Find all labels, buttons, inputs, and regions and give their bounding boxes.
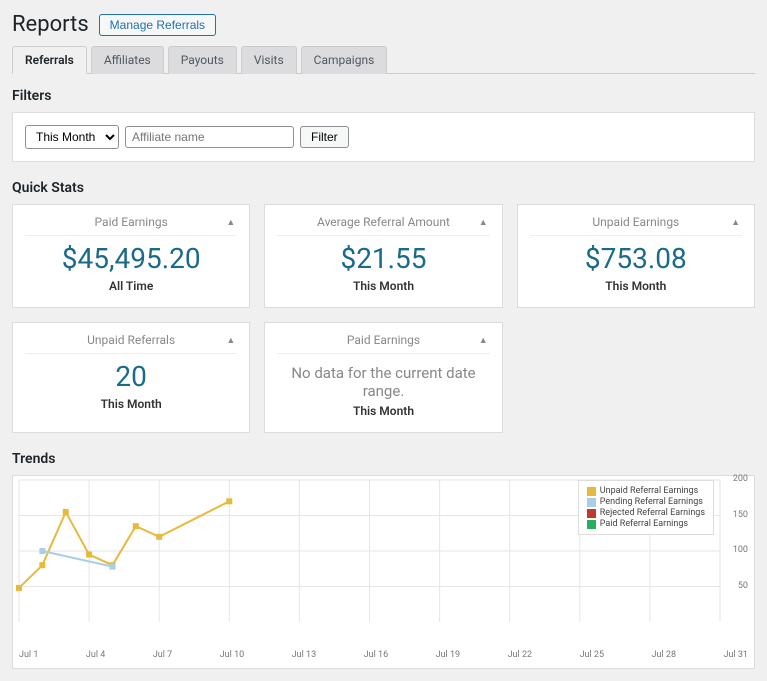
stat-value: $21.55 [277, 242, 489, 275]
trends-panel: Unpaid Referral EarningsPending Referral… [12, 475, 755, 669]
quick-stats-heading: Quick Stats [12, 180, 755, 196]
tab-payouts[interactable]: Payouts [168, 46, 237, 74]
x-tick-label: Jul 28 [652, 650, 676, 660]
legend-item: Pending Referral Earnings [587, 497, 705, 507]
legend-item: Unpaid Referral Earnings [587, 486, 705, 496]
stat-value: $45,495.20 [25, 242, 237, 275]
trends-heading: Trends [12, 451, 755, 467]
quick-stats-grid: Paid Earnings▲ $45,495.20 All Time Average … [12, 204, 755, 433]
stat-label: Paid Earnings▲ [25, 215, 237, 236]
legend-swatch [587, 509, 596, 518]
stat-subtext: This Month [277, 279, 489, 293]
stat-label: Unpaid Referrals▲ [25, 333, 237, 354]
y-tick-label: 150 [733, 510, 748, 520]
x-tick-label: Jul 22 [508, 650, 532, 660]
filter-button[interactable]: Filter [300, 126, 349, 148]
x-tick-label: Jul 13 [292, 650, 316, 660]
stat-card: Average Referral Amount▲ $21.55 This Month [264, 204, 502, 308]
caret-up-icon[interactable]: ▲ [479, 217, 488, 228]
manage-referrals-button[interactable]: Manage Referrals [99, 14, 216, 36]
tab-affiliates[interactable]: Affiliates [91, 46, 164, 74]
stat-value: $753.08 [530, 242, 742, 275]
date-range-select[interactable]: This Month [25, 125, 119, 149]
stat-label: Paid Earnings▲ [277, 333, 489, 354]
x-tick-label: Jul 4 [86, 650, 105, 660]
caret-up-icon[interactable]: ▲ [226, 335, 235, 346]
caret-up-icon[interactable]: ▲ [226, 217, 235, 228]
stat-subtext: This Month [530, 279, 742, 293]
legend-swatch [587, 487, 596, 496]
stat-label: Average Referral Amount▲ [277, 215, 489, 236]
stat-subtext: All Time [25, 279, 237, 293]
x-tick-label: Jul 1 [19, 650, 38, 660]
x-tick-label: Jul 19 [436, 650, 460, 660]
tab-visits[interactable]: Visits [241, 46, 297, 74]
affiliate-name-input[interactable] [125, 126, 294, 148]
tab-campaigns[interactable]: Campaigns [301, 46, 388, 74]
stat-value: 20 [25, 360, 237, 393]
caret-up-icon[interactable]: ▲ [731, 217, 740, 228]
y-tick-label: 100 [733, 545, 748, 555]
stat-nodata: No data for the current date range. [277, 364, 489, 400]
y-tick-label: 50 [738, 581, 748, 591]
legend-item: Rejected Referral Earnings [587, 508, 705, 518]
chart-legend: Unpaid Referral EarningsPending Referral… [578, 480, 714, 535]
legend-swatch [587, 498, 596, 507]
page-title: Reports [12, 12, 89, 37]
stat-subtext: This Month [25, 397, 237, 411]
stat-subtext: This Month [277, 404, 489, 418]
tab-referrals[interactable]: Referrals [12, 46, 87, 74]
legend-item: Paid Referral Earnings [587, 519, 705, 529]
legend-swatch [587, 520, 596, 529]
stat-card: Paid Earnings▲ $45,495.20 All Time [12, 204, 250, 308]
x-tick-label: Jul 10 [220, 650, 244, 660]
stat-card: Paid Earnings▲ No data for the current da… [264, 322, 502, 433]
stat-label: Unpaid Earnings▲ [530, 215, 742, 236]
caret-up-icon[interactable]: ▲ [479, 335, 488, 346]
y-tick-label: 200 [733, 474, 748, 484]
stat-card: Unpaid Earnings▲ $753.08 This Month [517, 204, 755, 308]
report-tabs: ReferralsAffiliatesPayoutsVisitsCampaign… [12, 45, 755, 74]
filters-panel: This Month Filter [12, 112, 755, 162]
x-tick-label: Jul 16 [364, 650, 388, 660]
stat-card: Unpaid Referrals▲ 20 This Month [12, 322, 250, 433]
chart-x-axis: Jul 1 Jul 4 Jul 7 Jul 10 Jul 13 Jul 16 Jul 19 J… [13, 646, 754, 668]
x-tick-label: Jul 31 [724, 650, 748, 660]
x-tick-label: Jul 7 [153, 650, 172, 660]
filters-heading: Filters [12, 88, 755, 104]
trends-chart: Unpaid Referral EarningsPending Referral… [13, 476, 754, 646]
x-tick-label: Jul 25 [580, 650, 604, 660]
